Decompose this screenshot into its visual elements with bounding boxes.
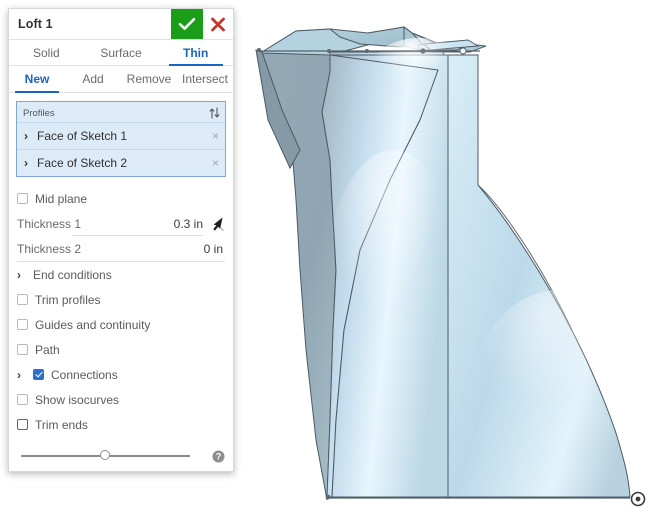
operation-tabs[interactable]: New Add Remove Intersect [9, 66, 233, 93]
connections-label: Connections [51, 367, 118, 382]
profiles-header: Profiles [17, 102, 225, 122]
loft-solid[interactable] [255, 26, 649, 510]
preview-opacity-slider[interactable] [16, 450, 204, 462]
dialog-title: Loft 1 [18, 17, 53, 31]
show-isocurves-row[interactable]: Show isocurves [17, 387, 225, 412]
thickness-1-label: Thickness 1 [17, 216, 82, 231]
check-icon [178, 17, 196, 30]
mid-plane-label: Mid plane [35, 191, 88, 206]
specular-highlight-3 [470, 290, 649, 510]
path-label: Path [35, 342, 60, 357]
profiles-panel[interactable]: Profiles › Face of Sketch 1 × › Face of … [16, 101, 226, 177]
tab-intersect[interactable]: Intersect [177, 66, 233, 92]
trim-profiles-label: Trim profiles [35, 292, 101, 307]
remove-profile-icon[interactable]: × [208, 156, 219, 170]
connections-checkbox[interactable] [33, 369, 44, 380]
dialog-titlebar[interactable]: Loft 1 [9, 9, 233, 40]
remove-profile-icon[interactable]: × [208, 129, 219, 143]
cancel-button[interactable] [203, 9, 233, 39]
trim-profiles-row[interactable]: Trim profiles [17, 287, 225, 312]
mid-plane-row[interactable]: Mid plane [17, 186, 225, 211]
thickness-2-input[interactable]: 0 in [81, 242, 225, 256]
tab-thin[interactable]: Thin [158, 40, 233, 66]
chevron-right-icon[interactable]: › [17, 269, 33, 281]
dialog-footer: ? [9, 441, 233, 471]
thickness-1-input[interactable]: 0.3 in [81, 217, 205, 231]
specular-highlight-2 [323, 150, 463, 450]
specular-highlight [368, 38, 472, 106]
chevron-right-icon[interactable]: › [17, 369, 33, 381]
tab-remove[interactable]: Remove [121, 66, 177, 92]
path-row[interactable]: Path [17, 337, 225, 362]
connections-row[interactable]: › Connections [17, 362, 225, 387]
loft-dialog[interactable]: Loft 1 Solid Surface Thin New Add Remove… [8, 8, 234, 472]
trim-ends-label: Trim ends [35, 417, 88, 432]
help-icon[interactable]: ? [212, 450, 225, 463]
tab-new[interactable]: New [9, 66, 65, 93]
show-isocurves-checkbox[interactable] [17, 394, 28, 405]
show-isocurves-label: Show isocurves [35, 392, 120, 407]
origin-icon [630, 491, 646, 507]
thickness-2-row[interactable]: Thickness 2 0 in [17, 236, 225, 262]
dialog-body: Profiles › Face of Sketch 1 × › Face of … [9, 93, 233, 437]
profile-name: Face of Sketch 1 [37, 129, 128, 143]
vertex-dot [257, 48, 261, 52]
tab-add[interactable]: Add [65, 66, 121, 92]
sort-updown-icon[interactable] [209, 107, 220, 119]
end-conditions-row[interactable]: › End conditions [17, 262, 225, 287]
chevron-right-icon[interactable]: › [24, 130, 37, 142]
tab-surface[interactable]: Surface [84, 40, 159, 65]
vertex-dot [325, 494, 331, 500]
trim-ends-checkbox[interactable] [17, 419, 28, 430]
accept-button[interactable] [171, 9, 203, 39]
vertex-dot [420, 48, 426, 54]
mid-plane-checkbox[interactable] [17, 193, 28, 204]
guides-and-continuity-checkbox[interactable] [17, 319, 28, 330]
profiles-label: Profiles [23, 107, 55, 119]
close-icon [211, 17, 225, 31]
thickness-1-row[interactable]: Thickness 1 0.3 in [17, 211, 225, 236]
path-checkbox[interactable] [17, 344, 28, 355]
end-conditions-label: End conditions [33, 267, 112, 282]
type-tabs[interactable]: Solid Surface Thin [9, 40, 233, 66]
vertex-dot-open [459, 47, 467, 55]
flip-direction-icon[interactable] [205, 216, 225, 232]
vertex-dot [365, 49, 369, 53]
vertex-dot [327, 49, 331, 53]
guides-and-continuity-row[interactable]: Guides and continuity [17, 312, 225, 337]
svg-text:?: ? [216, 451, 222, 461]
chevron-right-icon[interactable]: › [24, 157, 37, 169]
profile-item-1[interactable]: › Face of Sketch 1 × [17, 122, 225, 149]
profile-name: Face of Sketch 2 [37, 156, 128, 170]
profile-item-2[interactable]: › Face of Sketch 2 × [17, 149, 225, 176]
trim-profiles-checkbox[interactable] [17, 294, 28, 305]
guides-and-continuity-label: Guides and continuity [35, 317, 151, 332]
slider-knob[interactable] [100, 450, 110, 460]
trim-ends-row[interactable]: Trim ends [17, 412, 225, 437]
tab-solid[interactable]: Solid [9, 40, 84, 65]
thickness-2-label: Thickness 2 [17, 241, 82, 256]
